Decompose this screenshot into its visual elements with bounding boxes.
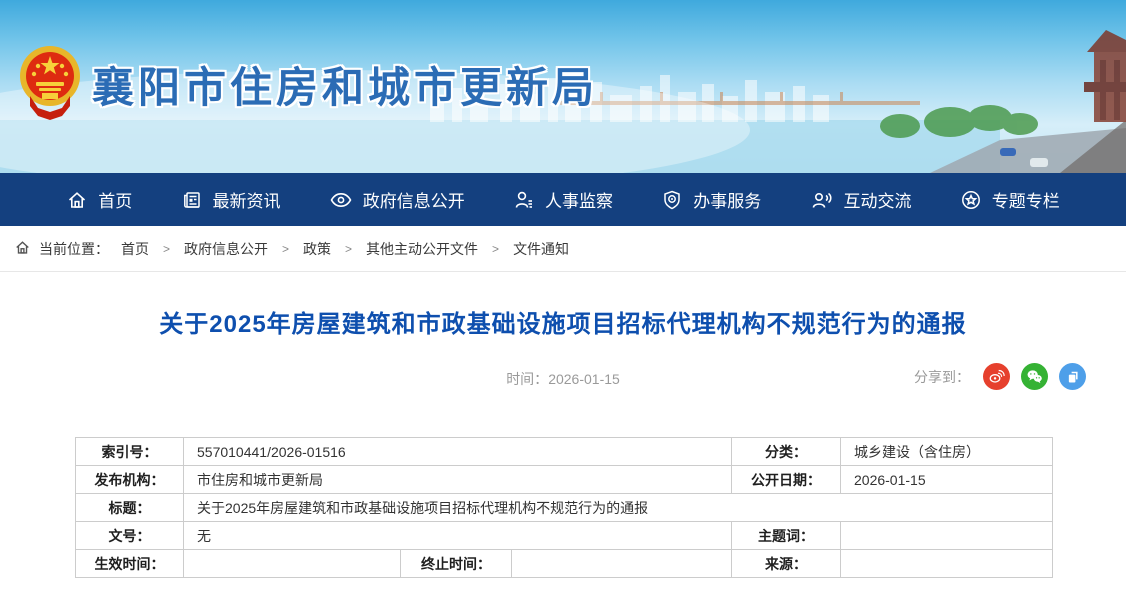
- time-value: 2026-01-15: [548, 371, 620, 387]
- nav-label: 人事监察: [545, 187, 613, 212]
- nav-label: 政府信息公开: [363, 187, 465, 212]
- news-icon: [181, 189, 203, 211]
- nav-label: 办事服务: [693, 187, 761, 212]
- agency-value: 市住房和城市更新局: [184, 466, 732, 494]
- publish-date-value: 2026-01-15: [841, 466, 1053, 494]
- copy-link-share-icon[interactable]: [1059, 363, 1086, 390]
- agency-label: 发布机构：: [76, 466, 184, 494]
- index-number-label: 索引号：: [76, 438, 184, 466]
- doc-number-value: 无: [184, 522, 732, 550]
- breadcrumb-prefix: 当前位置：: [39, 239, 109, 259]
- nav-item-interaction[interactable]: 互动交流: [810, 187, 912, 212]
- table-row: 索引号： 557010441/2026-01516 分类： 城乡建设（含住房）: [76, 438, 1053, 466]
- keywords-label: 主题词：: [732, 522, 841, 550]
- table-row: 发布机构： 市住房和城市更新局 公开日期： 2026-01-15: [76, 466, 1053, 494]
- breadcrumb: 当前位置： 首页 > 政府信息公开 > 政策 > 其他主动公开文件 > 文件通知: [0, 226, 1126, 272]
- person-icon: [513, 189, 535, 211]
- nav-item-gov-info[interactable]: 政府信息公开: [329, 187, 465, 212]
- nav-item-services[interactable]: 办事服务: [661, 187, 761, 212]
- breadcrumb-item-policy[interactable]: 政策: [303, 239, 331, 259]
- home-icon: [66, 189, 88, 211]
- doc-title-label: 标题：: [76, 494, 184, 522]
- article-meta: 时间：2026-01-15 分享到：: [0, 363, 1126, 393]
- breadcrumb-item-gov-info[interactable]: 政府信息公开: [184, 239, 268, 259]
- nav-item-personnel[interactable]: 人事监察: [513, 187, 613, 212]
- nav-label: 专题专栏: [992, 187, 1060, 212]
- interaction-icon: [810, 189, 834, 211]
- category-label: 分类：: [732, 438, 841, 466]
- nav-label: 首页: [98, 187, 132, 212]
- share-label: 分享到：: [914, 367, 970, 387]
- home-icon: [14, 239, 31, 259]
- breadcrumb-separator: >: [492, 242, 499, 256]
- eye-icon: [329, 189, 353, 211]
- shield-icon: [661, 189, 683, 211]
- effective-date-label: 生效时间：: [76, 550, 184, 578]
- main-navigation: 首页 最新资讯 政府信息公开: [0, 173, 1126, 226]
- nav-item-special-topics[interactable]: 专题专栏: [960, 187, 1060, 212]
- weibo-share-icon[interactable]: [983, 363, 1010, 390]
- breadcrumb-separator: >: [345, 242, 352, 256]
- nav-item-home[interactable]: 首页: [66, 187, 132, 212]
- site-title: 襄阳市住房和城市更新局: [92, 54, 598, 115]
- effective-date-value: [184, 550, 401, 578]
- doc-number-label: 文号：: [76, 522, 184, 550]
- breadcrumb-separator: >: [163, 242, 170, 256]
- publish-date-label: 公开日期：: [732, 466, 841, 494]
- article-title: 关于2025年房屋建筑和市政基础设施项目招标代理机构不规范行为的通报: [0, 304, 1126, 339]
- nav-item-news[interactable]: 最新资讯: [181, 187, 281, 212]
- wechat-share-icon[interactable]: [1021, 363, 1048, 390]
- expiry-date-label: 终止时间：: [401, 550, 512, 578]
- table-row: 标题： 关于2025年房屋建筑和市政基础设施项目招标代理机构不规范行为的通报: [76, 494, 1053, 522]
- breadcrumb-item-doc-notice[interactable]: 文件通知: [513, 239, 569, 259]
- nav-label: 最新资讯: [213, 187, 281, 212]
- category-value: 城乡建设（含住房）: [841, 438, 1053, 466]
- breadcrumb-separator: >: [282, 242, 289, 256]
- share-group: 分享到：: [914, 363, 1086, 390]
- index-number-value: 557010441/2026-01516: [184, 438, 732, 466]
- doc-title-value: 关于2025年房屋建筑和市政基础设施项目招标代理机构不规范行为的通报: [184, 494, 1053, 522]
- national-emblem-icon: [18, 44, 82, 122]
- site-banner: 襄阳市住房和城市更新局: [0, 0, 1126, 173]
- expiry-date-value: [512, 550, 732, 578]
- breadcrumb-item-home[interactable]: 首页: [121, 239, 149, 259]
- star-icon: [960, 189, 982, 211]
- breadcrumb-item-other-public-docs[interactable]: 其他主动公开文件: [366, 239, 478, 259]
- time-label: 时间：: [506, 371, 548, 387]
- document-info-table: 索引号： 557010441/2026-01516 分类： 城乡建设（含住房） …: [75, 437, 1053, 578]
- nav-label: 互动交流: [844, 187, 912, 212]
- table-row: 生效时间： 终止时间： 来源：: [76, 550, 1053, 578]
- table-row: 文号： 无 主题词：: [76, 522, 1053, 550]
- article-content: 关于2025年房屋建筑和市政基础设施项目招标代理机构不规范行为的通报 时间：20…: [0, 304, 1126, 578]
- keywords-value: [841, 522, 1053, 550]
- source-label: 来源：: [732, 550, 841, 578]
- source-value: [841, 550, 1053, 578]
